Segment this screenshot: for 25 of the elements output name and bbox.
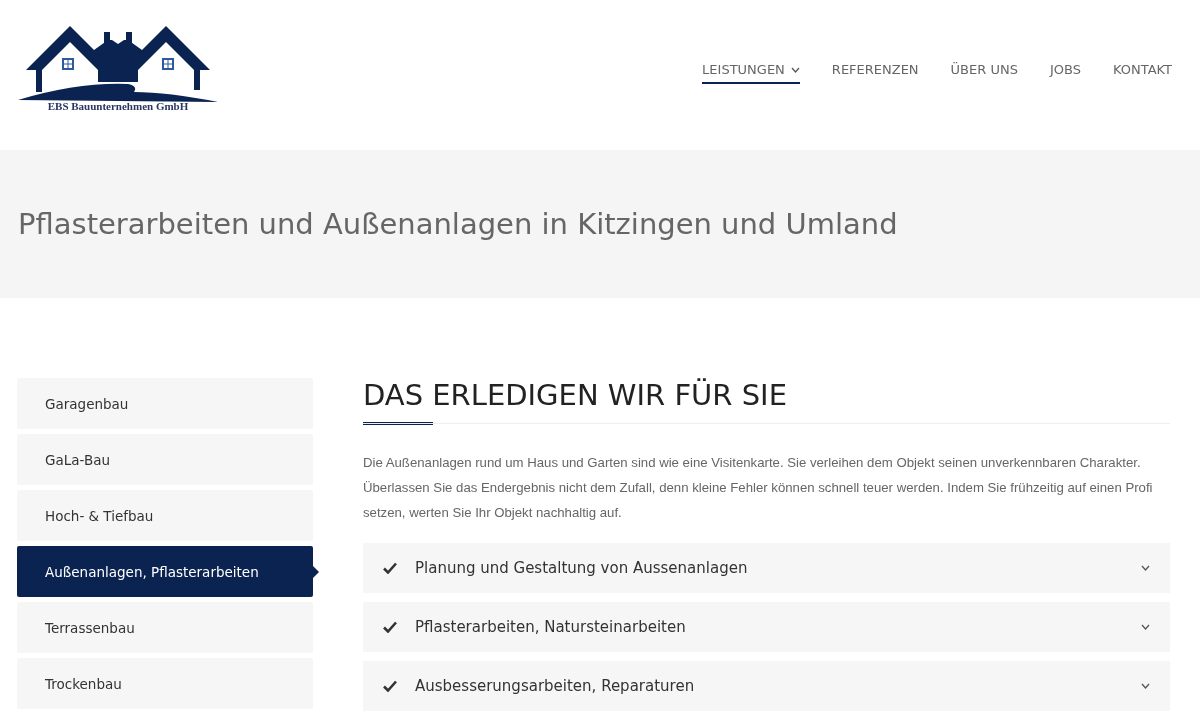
checkmark-icon <box>383 621 397 633</box>
checkmark-icon <box>383 680 397 692</box>
sidebar-item[interactable]: Garagenbau <box>17 378 313 429</box>
sidebar-item[interactable]: Terrassenbau <box>17 602 313 653</box>
intro-paragraph: Die Außenanlagen rund um Haus und Garten sind wie eine Visitenkarte. Sie verleihen dem Objekt seinen unverkennbaren Charakter. Überlassen Sie das Endergebnis nicht dem Zufall, denn kleine Fehler können schnell teuer werden. Indem Sie frühzeitig auf einen Profi setzen, werten Sie Ihr Objekt nachhaltig auf. <box>363 454 1154 522</box>
nav-link[interactable]: LEISTUNGEN <box>702 62 800 84</box>
chevron-icon <box>1141 624 1150 630</box>
page-title: Pflasterarbeiten und Außenanlagen in Kitzingen und Umland <box>18 207 898 241</box>
accordion-item[interactable]: Planung und Gestaltung von Aussenanlagen <box>363 543 1170 593</box>
sidebar-item[interactable]: GaLa-Bau <box>17 434 313 485</box>
accordion-item[interactable]: Ausbesserungsarbeiten, Reparaturen <box>363 661 1170 711</box>
company-name: EBS Bauunternehmen GmbH <box>47 100 189 112</box>
sidebar-item[interactable]: Trockenbau <box>17 658 313 709</box>
heading-underline <box>363 422 433 425</box>
nav-link[interactable]: JOBS <box>1049 62 1081 84</box>
pointer-icon <box>313 566 319 578</box>
sidebar-item[interactable]: Hoch- & Tiefbau <box>17 490 313 541</box>
company-logo[interactable]: EBS Bauunternehmen GmbH <box>17 26 219 112</box>
checkmark-icon <box>383 562 397 574</box>
nav-link[interactable]: ÜBER UNS <box>950 62 1018 84</box>
accordion-item[interactable]: Pflasterarbeiten, Natursteinarbeiten <box>363 602 1170 652</box>
nav-link[interactable]: REFERENZEN <box>831 62 919 84</box>
chevron-icon <box>1141 565 1150 571</box>
nav-link[interactable]: KONTAKT <box>1112 62 1172 84</box>
chevron-icon <box>1141 683 1150 689</box>
